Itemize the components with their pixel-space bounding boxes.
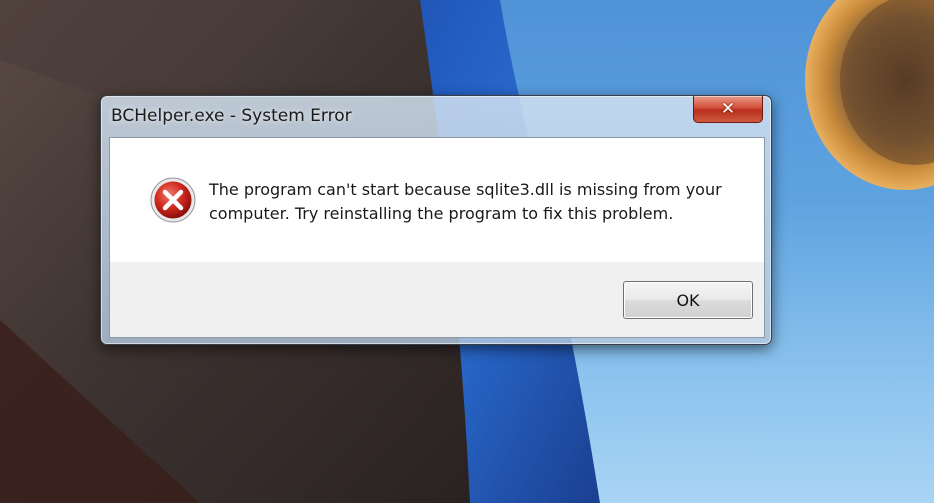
- button-bar: OK: [110, 262, 764, 337]
- error-icon: [150, 177, 196, 223]
- error-message: The program can't start because sqlite3.…: [209, 180, 722, 223]
- desktop-wallpaper: BCHelper.exe - System Error ✕ The progra…: [0, 0, 934, 503]
- close-icon: ✕: [720, 99, 736, 119]
- title-bar[interactable]: BCHelper.exe - System Error ✕: [101, 96, 771, 136]
- message-area: The program can't start because sqlite3.…: [110, 138, 764, 262]
- dialog-title: BCHelper.exe - System Error: [111, 106, 352, 126]
- close-button[interactable]: ✕: [693, 96, 763, 123]
- system-error-dialog: BCHelper.exe - System Error ✕ The progra…: [100, 95, 772, 345]
- dialog-body: The program can't start because sqlite3.…: [109, 137, 765, 338]
- ok-button[interactable]: OK: [623, 281, 753, 319]
